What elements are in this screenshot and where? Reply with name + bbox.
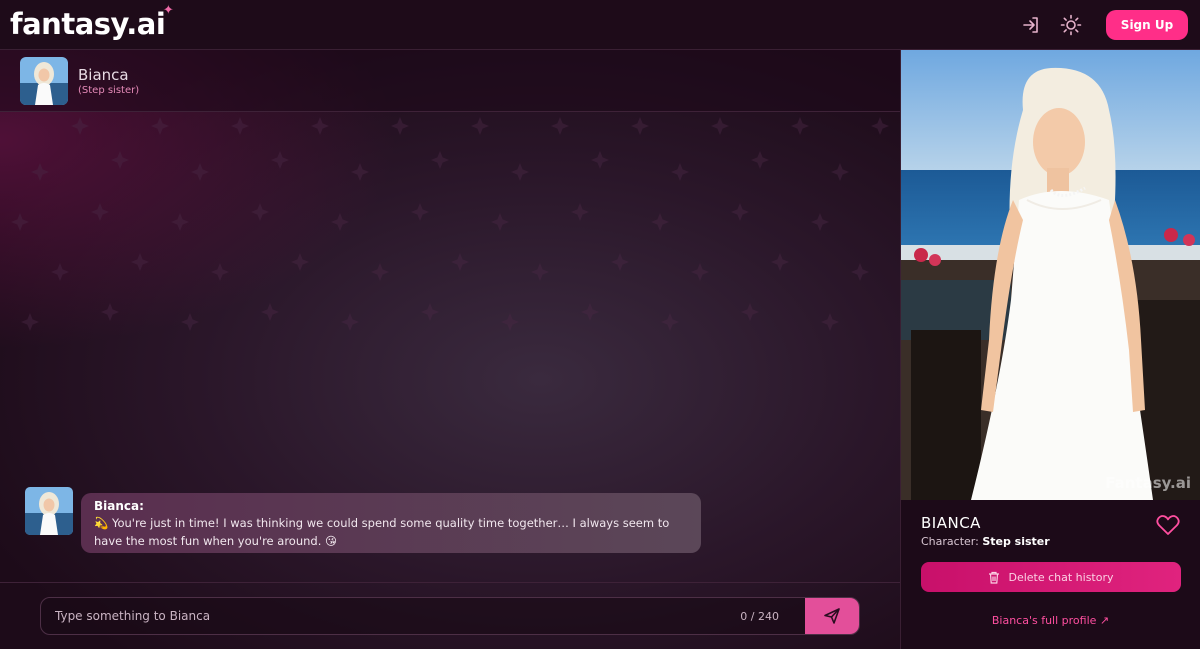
trash-icon <box>989 571 1000 584</box>
login-icon[interactable] <box>1020 14 1042 36</box>
character-type-label: Character: <box>921 535 979 548</box>
top-actions: Sign Up <box>1020 9 1188 40</box>
profile-character-type: Character: Step sister <box>921 535 1180 548</box>
sparkle-icon: ✦ <box>162 3 174 18</box>
full-profile-link[interactable]: Bianca's full profile ↗ <box>921 614 1180 627</box>
character-avatar[interactable] <box>20 56 68 105</box>
portrait-watermark: Fantasy.ai <box>1105 474 1191 492</box>
character-counter: 0 / 240 <box>740 609 779 623</box>
profile-panel: Fantasy.ai BIANCA Character: Step sister… <box>900 50 1200 649</box>
chat-message: Bianca: 💫 You're just in time! I was thi… <box>25 487 701 553</box>
delete-chat-history-label: Delete chat history <box>1008 570 1114 584</box>
sun-icon[interactable] <box>1060 14 1082 36</box>
send-icon <box>824 608 840 624</box>
character-role: (Step sister) <box>78 84 140 96</box>
character-type-value: Step sister <box>982 535 1050 548</box>
message-sender: Bianca: <box>94 499 144 513</box>
message-text: 💫 You're just in time! I was thinking we… <box>94 516 670 548</box>
send-button[interactable] <box>805 598 859 634</box>
message-avatar[interactable] <box>25 487 73 535</box>
logo-text: fantasy.ai <box>10 7 166 41</box>
message-input[interactable] <box>41 598 741 634</box>
profile-info: BIANCA Character: Step sister Delete cha… <box>901 500 1200 627</box>
chat-header-text: Bianca (Step sister) <box>78 66 139 96</box>
chat-panel: Bianca (Step sister) Bianca: 💫 You're ju… <box>0 50 900 649</box>
message-bubble: Bianca: 💫 You're just in time! I was thi… <box>81 493 701 553</box>
delete-chat-history-button[interactable]: Delete chat history <box>921 562 1181 592</box>
chat-header: Bianca (Step sister) <box>0 50 900 112</box>
sign-up-button[interactable]: Sign Up <box>1106 9 1188 40</box>
top-bar: fantasy.ai ✦ Sign Up <box>0 0 1200 50</box>
favorite-heart-icon[interactable] <box>1156 514 1180 536</box>
star-pattern <box>11 117 889 331</box>
character-portrait: Fantasy.ai <box>901 50 1200 500</box>
composer-divider <box>0 582 900 583</box>
logo[interactable]: fantasy.ai ✦ <box>10 4 174 41</box>
app-root: fantasy.ai ✦ Sign Up Bianca (Step sister… <box>0 0 1200 649</box>
character-name: Bianca <box>78 65 129 84</box>
message-composer: 0 / 240 <box>40 597 860 635</box>
profile-name: BIANCA <box>921 514 981 532</box>
